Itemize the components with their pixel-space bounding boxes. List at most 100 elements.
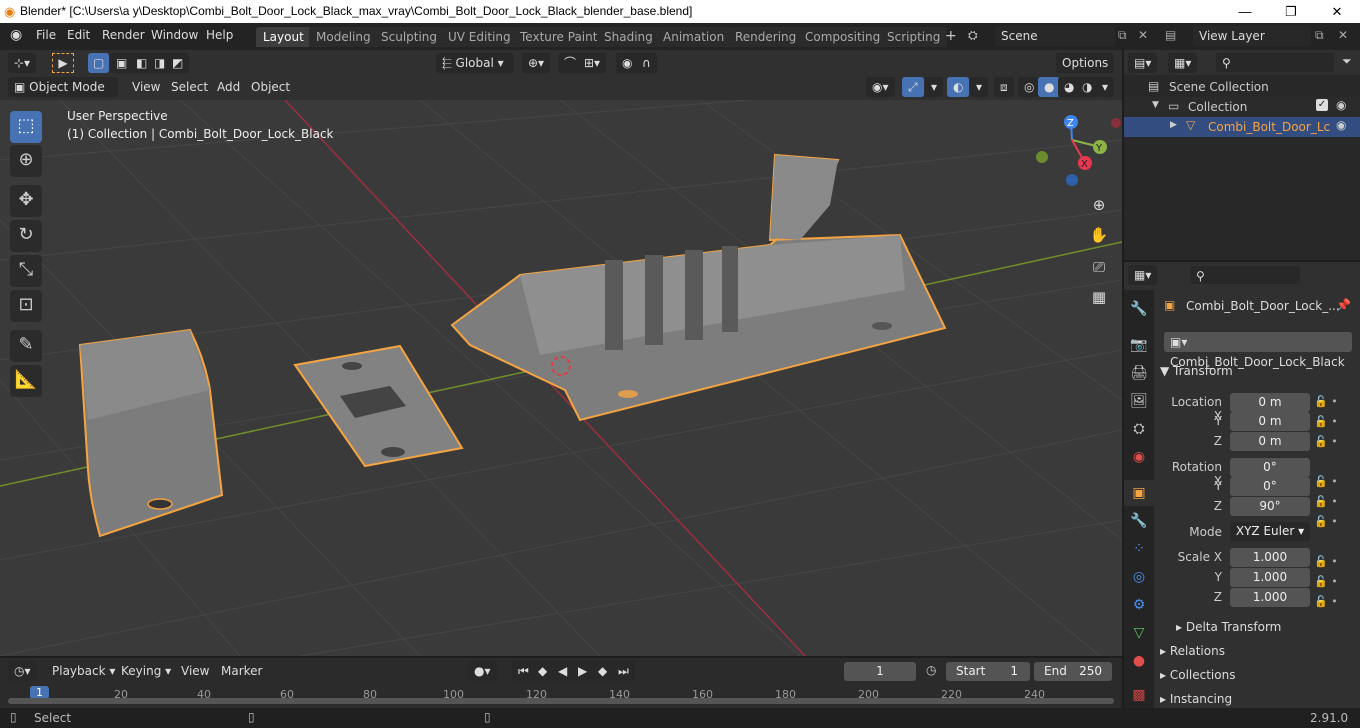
prev-keyframe-icon[interactable]: ◆ [532,661,554,681]
rotation-x-field[interactable]: 0° [1230,458,1310,477]
remove-scene-icon[interactable]: ✕ [1138,28,1148,42]
modifier-tab-icon[interactable]: 🔧 [1124,508,1154,534]
timeline-editor-icon[interactable]: ◷▾ [8,661,37,681]
tree-scene-collection[interactable]: ▤ Scene Collection [1124,77,1360,97]
overlay-dropdown-icon[interactable]: ▾ [970,77,989,97]
render-tab-icon[interactable]: 📷 [1124,332,1154,358]
playback-menu[interactable]: Playback ▾ [52,664,115,678]
transform-panel-header[interactable]: ▼ Transform [1160,364,1233,378]
xray-icon[interactable]: ⧈ [994,77,1014,97]
data-block-field[interactable]: ▣▾ Combi_Bolt_Door_Lock_Black [1164,332,1352,369]
tab-sculpting[interactable]: Sculpting [374,27,445,47]
tab-shading[interactable]: Shading [597,27,660,47]
relations-header[interactable]: ▸ Relations [1160,644,1225,658]
tab-texture-paint[interactable]: Texture Paint [513,27,605,47]
select-box-tool-icon[interactable]: ⬚ [10,111,42,143]
gizmo-dropdown-icon[interactable]: ▾ [925,77,944,97]
play-icon[interactable]: ▶ [572,661,594,681]
options-dropdown[interactable]: Options ▾ [1056,53,1114,90]
rotation-z-field[interactable]: 90° [1230,497,1310,516]
properties-editor-icon[interactable]: ▦▾ [1128,265,1158,285]
tab-compositing[interactable]: Compositing [798,27,888,47]
output-tab-icon[interactable]: 🖨 [1124,360,1154,386]
navigation-gizmo[interactable]: Z Y X [1036,115,1121,186]
move-tool-icon[interactable]: ✥ [10,185,42,217]
properties-search[interactable]: ⚲ [1190,266,1300,284]
expand-icon[interactable]: ▼ [1152,100,1159,110]
pivot-icon[interactable]: ⊕▾ [522,53,551,73]
blender-menu-icon[interactable]: ◉ [10,27,22,43]
exclude-checkbox[interactable]: ✓ [1316,99,1328,111]
viewport-menu-object[interactable]: Object [251,80,290,94]
particles-tab-icon[interactable]: ⁘ [1124,536,1154,562]
viewport-menu-add[interactable]: Add [217,80,240,94]
tab-uv-editing[interactable]: UV Editing [441,27,518,47]
outliner-editor-icon[interactable]: ▤▾ [1128,53,1158,73]
next-keyframe-icon[interactable]: ◆ [592,661,614,681]
rotate-tool-icon[interactable]: ↻ [10,220,42,252]
scale-tool-icon[interactable]: ⤡ [10,255,42,287]
location-y-field[interactable]: 0 m [1230,412,1310,431]
pin-icon[interactable]: 📌 [1336,298,1351,312]
shading-dropdown-icon[interactable]: ▾ [1096,77,1115,97]
visibility-eye-icon[interactable]: ◉ [1336,98,1346,112]
world-tab-icon[interactable]: ◉ [1124,444,1154,470]
transform-tool-icon[interactable]: ⊡ [10,290,42,322]
expand-object-icon[interactable]: ▶ [1170,120,1177,130]
tab-rendering[interactable]: Rendering [728,27,804,47]
editor-type-icon[interactable]: ⊹▾ [8,53,37,73]
transform-orientation-dropdown[interactable]: ⬱ Global ▾ [436,53,514,73]
menu-edit[interactable]: Edit [67,28,90,42]
scale-y-field[interactable]: 1.000 [1230,568,1310,587]
location-x-field[interactable]: 0 m [1230,393,1310,412]
menu-render[interactable]: Render [102,28,145,42]
tab-animation[interactable]: Animation [656,27,732,47]
snap-target-icon[interactable]: ⊞▾ [578,53,607,73]
minimize-icon[interactable]: — [1222,0,1268,23]
view-layer-field[interactable]: View Layer [1193,26,1311,46]
tab-modeling[interactable]: Modeling [309,27,378,47]
scene-field[interactable]: Scene [995,26,1115,46]
physics-tab-icon[interactable]: ◎ [1124,564,1154,590]
view-layer-icon[interactable]: ▤ [1165,28,1176,42]
visibility-icon[interactable]: ◉▾ [866,77,895,97]
location-z-field[interactable]: 0 m [1230,432,1310,451]
tree-object[interactable]: ▶ ▽ Combi_Bolt_Door_Lc ◉ [1124,117,1360,137]
clock-icon[interactable]: ◷ [926,663,936,677]
filter-icon[interactable]: ⏷ [1342,54,1352,69]
select-intersect-icon[interactable]: ◩ [166,53,190,73]
mode-dropdown[interactable]: ▣ Object Mode ▾ [8,77,118,114]
start-frame-field[interactable]: Start 1 [946,662,1030,681]
rotation-mode-dropdown[interactable]: XYZ Euler ▾ [1230,522,1310,541]
scene-tab-icon[interactable]: ⛭ [1124,416,1154,442]
cursor-tool-icon[interactable]: ⊕ [10,145,42,177]
outliner-search[interactable]: ⚲ [1216,53,1334,72]
3d-viewport[interactable]: Z Y X User Perspective (1) Collection | … [0,100,1122,656]
scene-icon[interactable]: ⛭ [968,28,978,43]
scale-x-field[interactable]: 1.000 [1230,548,1310,567]
jump-end-icon[interactable]: ⏭ [612,661,635,681]
tool-tab-icon[interactable]: 🔧 [1124,296,1154,322]
rotation-y-field[interactable]: 0° [1230,477,1310,496]
constraints-tab-icon[interactable]: ⚙ [1124,592,1154,618]
texture-tab-icon[interactable]: ▩ [1124,682,1154,708]
tree-collection[interactable]: ▼ ▭ Collection ✓ ◉ [1124,97,1360,117]
remove-view-layer-icon[interactable]: ✕ [1338,28,1348,42]
camera-view-icon[interactable]: ⎚ [1086,254,1112,280]
maximize-icon[interactable]: ❐ [1268,0,1314,23]
object-eye-icon[interactable]: ◉ [1336,118,1346,132]
select-tool-icon[interactable]: ▶ [52,53,74,73]
tab-layout[interactable]: Layout [256,27,311,47]
object-tab-icon[interactable]: ▣ [1124,480,1154,506]
close-icon[interactable]: ✕ [1314,0,1360,23]
gizmo-toggle-icon[interactable]: ⤢ [902,77,924,97]
timeline-scrollbar[interactable] [8,698,1114,704]
menu-file[interactable]: File [36,28,56,42]
select-new-icon[interactable]: ▢ [88,53,110,73]
new-view-layer-icon[interactable]: ⧉ [1315,28,1324,43]
record-icon[interactable]: ●▾ [468,661,497,681]
timeline-view-menu[interactable]: View [181,664,209,678]
measure-tool-icon[interactable]: 📐 [10,365,42,397]
end-frame-field[interactable]: End 250 [1034,662,1112,681]
material-tab-icon[interactable]: ● [1124,648,1154,674]
